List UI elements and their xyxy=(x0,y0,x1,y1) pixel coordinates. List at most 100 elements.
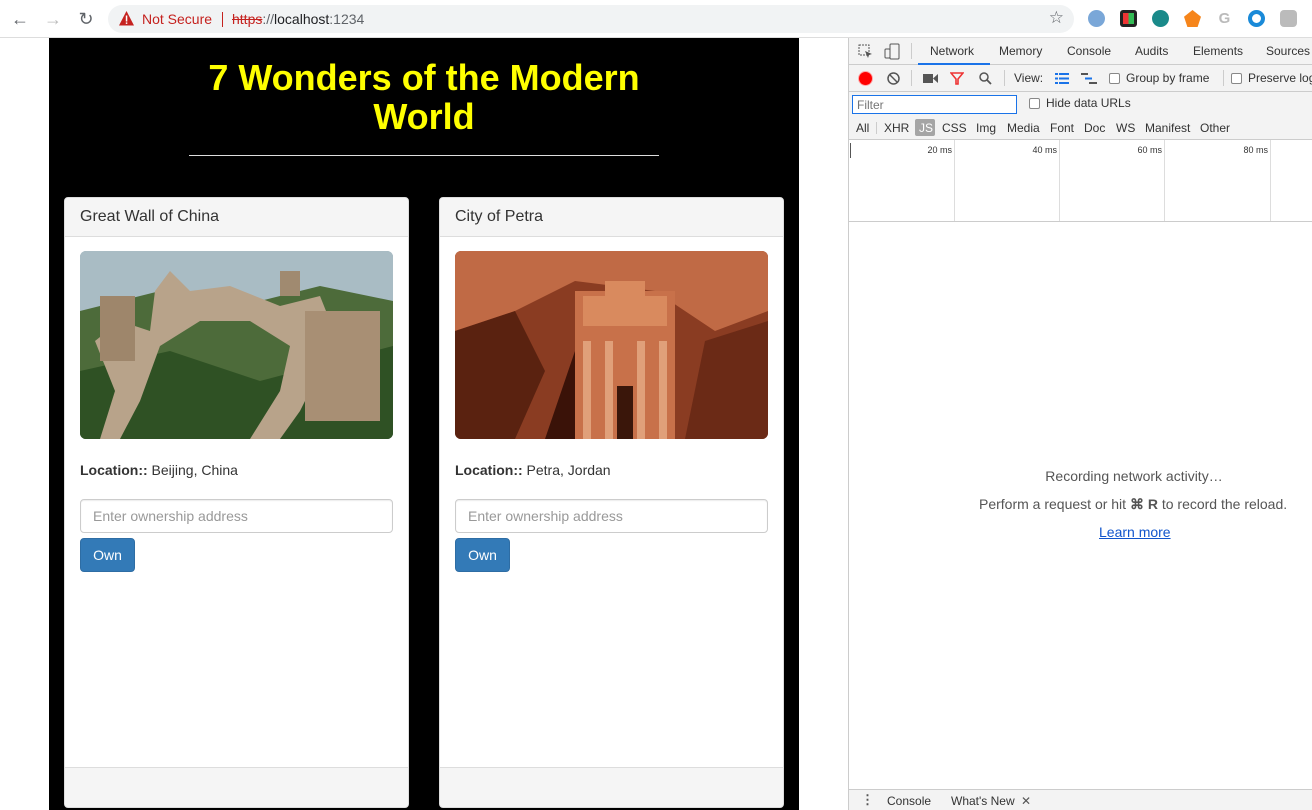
extension-icon-7[interactable] xyxy=(1280,10,1297,27)
preserve-log-label: Preserve log xyxy=(1248,71,1312,85)
drawer-tab-whats-new[interactable]: What's New xyxy=(951,794,1015,808)
type-filter-manifest[interactable]: Manifest xyxy=(1145,121,1190,135)
tab-console[interactable]: Console xyxy=(1067,44,1111,58)
type-filter-xhr[interactable]: XHR xyxy=(884,121,909,135)
extension-icon-2[interactable] xyxy=(1120,10,1137,27)
type-filter-ws[interactable]: WS xyxy=(1116,121,1135,135)
recording-status-text: Recording network activity… xyxy=(1045,468,1223,484)
filter-input[interactable] xyxy=(852,95,1017,114)
screenshot-camera-icon[interactable] xyxy=(923,73,938,84)
extension-icon-6[interactable] xyxy=(1248,10,1265,27)
timeline-gridline xyxy=(1164,140,1165,221)
separator xyxy=(876,122,877,134)
divider xyxy=(189,155,659,156)
inspect-element-icon[interactable] xyxy=(858,44,873,59)
location-label: Location:: xyxy=(455,462,523,478)
hide-data-urls-checkbox[interactable] xyxy=(1029,98,1040,109)
metamask-fox-icon[interactable] xyxy=(1184,10,1201,27)
tab-elements[interactable]: Elements xyxy=(1193,44,1243,58)
page-title: 7 Wonders of the Modern World xyxy=(208,57,640,137)
type-filter-js[interactable]: JS xyxy=(919,121,933,135)
timeline-tick-label: 60 ms xyxy=(1137,145,1162,155)
timeline-cursor xyxy=(850,143,851,158)
tab-network[interactable]: Network xyxy=(930,44,974,58)
url-host: localhost xyxy=(274,11,330,27)
back-arrow-icon[interactable]: ← xyxy=(10,9,30,29)
type-filter-other[interactable]: Other xyxy=(1200,121,1230,135)
hint-keys: ⌘ R xyxy=(1129,496,1158,512)
address-bar[interactable]: Not Secure https://localhost:1234 ☆ xyxy=(108,5,1074,33)
filter-funnel-icon[interactable] xyxy=(950,72,964,85)
extension-icon-1[interactable] xyxy=(1088,10,1105,27)
network-timeline[interactable]: 20 ms 40 ms 60 ms 80 ms xyxy=(849,140,1312,222)
timeline-gridline xyxy=(1059,140,1060,221)
tab-sources[interactable]: Sources xyxy=(1266,44,1310,58)
type-filter-font[interactable]: Font xyxy=(1050,121,1074,135)
ownership-address-input[interactable] xyxy=(455,499,768,533)
forward-arrow-icon[interactable]: → xyxy=(43,9,63,29)
timeline-gridline xyxy=(1270,140,1271,221)
card-footer xyxy=(440,767,783,807)
location-value: Beijing, China xyxy=(151,462,238,478)
location-value: Petra, Jordan xyxy=(526,462,611,478)
drawer-tab-console[interactable]: Console xyxy=(887,794,931,808)
separator xyxy=(222,12,223,27)
location-text: Location:: Petra, Jordan xyxy=(455,462,611,478)
separator xyxy=(911,43,912,59)
wonder-image xyxy=(80,251,393,439)
learn-more-link[interactable]: Learn more xyxy=(1099,524,1171,540)
clear-icon[interactable] xyxy=(887,72,900,85)
reload-icon[interactable]: ↻ xyxy=(76,9,96,29)
timeline-tick-label: 80 ms xyxy=(1243,145,1268,155)
preserve-log-checkbox[interactable] xyxy=(1231,73,1242,84)
security-status-label[interactable]: Not Secure xyxy=(142,11,212,27)
ownership-address-input[interactable] xyxy=(80,499,393,533)
extension-icon-3[interactable] xyxy=(1152,10,1169,27)
url-scheme: https xyxy=(232,11,263,27)
separator xyxy=(1004,70,1005,86)
close-icon[interactable]: ✕ xyxy=(1021,794,1031,808)
network-toolbar: View: Group by frame Preserve log xyxy=(849,65,1312,92)
bookmark-star-icon[interactable]: ☆ xyxy=(1049,8,1064,28)
timeline-gridline xyxy=(954,140,955,221)
devtools-tabbar: Network Memory Console Audits Elements S… xyxy=(849,38,1312,65)
tab-memory[interactable]: Memory xyxy=(999,44,1042,58)
type-filter-css[interactable]: CSS xyxy=(942,121,967,135)
card-footer xyxy=(65,767,408,807)
type-filter-img[interactable]: Img xyxy=(976,121,996,135)
warning-icon xyxy=(119,11,134,26)
timeline-tick-label: 20 ms xyxy=(927,145,952,155)
type-filter-media[interactable]: Media xyxy=(1007,121,1040,135)
separator xyxy=(1223,70,1224,86)
url-separator: :// xyxy=(262,11,275,27)
timeline-tick-label: 40 ms xyxy=(1032,145,1057,155)
type-filter-all[interactable]: All xyxy=(856,121,869,135)
wonder-card: Great Wall of China Location:: Beijing, … xyxy=(64,197,409,808)
view-label: View: xyxy=(1014,71,1044,85)
own-button[interactable]: Own xyxy=(80,538,135,572)
page-content: 7 Wonders of the Modern World Great Wall… xyxy=(49,38,799,810)
url-text[interactable]: https://localhost:1234 xyxy=(232,11,364,27)
group-by-frame-checkbox[interactable] xyxy=(1109,73,1120,84)
hint-suffix: to record the reload. xyxy=(1157,496,1288,512)
location-label: Location:: xyxy=(80,462,148,478)
devtools-drawer: ⋮ Console What's New ✕ xyxy=(849,789,1312,810)
filter-bar: Hide data URLs All XHR JS CSS Img Media … xyxy=(849,92,1312,140)
hint-prefix: Perform a request or hit xyxy=(979,496,1130,512)
type-filter-doc[interactable]: Doc xyxy=(1084,121,1105,135)
devtools-panel: Network Memory Console Audits Elements S… xyxy=(848,38,1312,810)
card-title: City of Petra xyxy=(440,198,783,237)
search-icon[interactable] xyxy=(979,72,992,85)
google-icon[interactable]: G xyxy=(1216,10,1233,27)
record-icon[interactable] xyxy=(859,72,872,85)
hide-data-urls-label: Hide data URLs xyxy=(1046,96,1131,110)
own-button[interactable]: Own xyxy=(455,538,510,572)
wonder-card: City of Petra Location:: Petra, Jordan O… xyxy=(439,197,784,808)
record-hint-text: Perform a request or hit ⌘ R to record t… xyxy=(979,496,1312,513)
device-toolbar-icon[interactable] xyxy=(884,43,900,60)
drawer-menu-icon[interactable]: ⋮ xyxy=(861,792,874,808)
tab-audits[interactable]: Audits xyxy=(1135,44,1168,58)
large-rows-icon[interactable] xyxy=(1055,73,1069,84)
url-port: :1234 xyxy=(329,11,365,27)
waterfall-overview-icon[interactable] xyxy=(1081,73,1097,84)
